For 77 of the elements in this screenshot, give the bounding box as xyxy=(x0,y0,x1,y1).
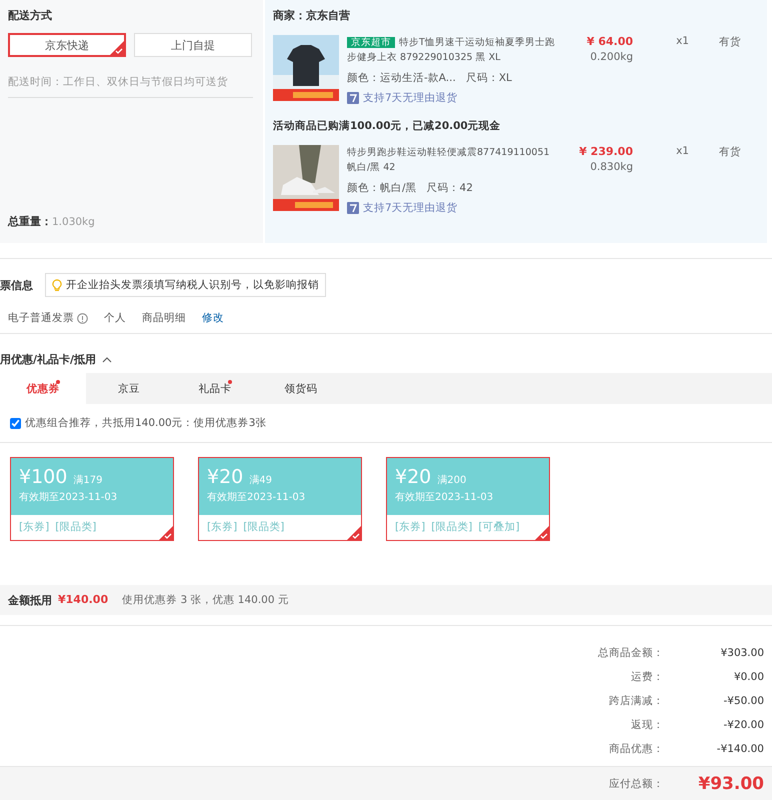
product-quantity: x1 xyxy=(675,35,689,49)
product-color: 颜色：运动生活-款A... xyxy=(347,71,456,85)
product-color: 颜色：帆白/黑 xyxy=(347,181,417,195)
total-label: 跨店满减： xyxy=(608,694,664,708)
check-corner-icon xyxy=(535,526,549,540)
total-value: -¥20.00 xyxy=(722,718,764,730)
coupon-expiry: 有效期至2023-11-03 xyxy=(207,490,306,504)
coupon-amount: ¥100 xyxy=(19,466,68,488)
coupon-tag: [限品类] xyxy=(431,520,472,534)
coupon-tag: [东券] xyxy=(19,520,50,534)
invoice-type: 电子普通发票 xyxy=(8,311,74,325)
coupon-expiry: 有效期至2023-11-03 xyxy=(395,490,494,504)
section-title: 配送方式 xyxy=(8,8,53,23)
stock-status: 有货 xyxy=(718,145,741,160)
total-label: 总商品金额： xyxy=(597,646,664,660)
lightbulb-icon xyxy=(52,278,62,292)
coupon-threshold: 满179 xyxy=(73,475,102,486)
coupon-tag: [东券] xyxy=(207,520,238,534)
merchant-name: 商家：京东自营 xyxy=(273,9,350,22)
total-label: 商品优惠： xyxy=(608,742,664,756)
coupon-amount: ¥20 xyxy=(395,466,432,488)
invoice-content: 商品明细 xyxy=(142,311,186,325)
total-label: 返现： xyxy=(630,718,664,732)
product-title[interactable]: 特步男跑步鞋运动鞋轻便减震877419110051 帆白/黑 42 xyxy=(347,145,559,175)
payable-amount: ¥93.00 xyxy=(697,774,764,794)
summary-amount: ¥140.00 xyxy=(58,592,108,608)
total-label: 运费： xyxy=(630,670,664,684)
total-value: -¥50.00 xyxy=(722,694,764,706)
seven-day-icon xyxy=(347,202,359,214)
product-weight: 0.200kg xyxy=(590,51,633,63)
weight-value: 1.030kg xyxy=(52,216,95,228)
invoice-holder: 个人 xyxy=(104,311,126,325)
coupon-tag: [限品类] xyxy=(243,520,284,534)
section-title: 用优惠/礼品卡/抵用 xyxy=(0,352,96,367)
section-title: 票信息 xyxy=(0,278,33,292)
product-weight: 0.830kg xyxy=(590,161,633,173)
coupon-tag: [可叠加] xyxy=(478,520,520,534)
summary-text: 使用优惠券 3 张，优惠 140.00 元 xyxy=(122,593,289,607)
total-value: -¥140.00 xyxy=(716,742,764,754)
check-corner-icon xyxy=(110,41,124,55)
tab[interactable]: 京豆 xyxy=(86,373,172,404)
chevron-up-icon[interactable] xyxy=(102,356,112,362)
coupon-amount: ¥20 xyxy=(207,466,244,488)
check-corner-icon xyxy=(347,526,361,540)
stock-status: 有货 xyxy=(718,35,741,50)
tab[interactable]: 优惠券 xyxy=(0,373,86,404)
product-title[interactable]: 京东超市 特步T恤男速干运动短袖夏季男士跑步健身上衣 879229010325 黑 XL xyxy=(347,35,559,65)
return-policy: 支持7天无理由退货 xyxy=(363,201,458,215)
return-policy: 支持7天无理由退货 xyxy=(363,91,458,105)
seven-day-icon xyxy=(347,92,359,104)
info-icon[interactable] xyxy=(77,312,88,324)
edit-link[interactable]: 修改 xyxy=(202,311,224,325)
total-value: ¥303.00 xyxy=(720,646,764,658)
coupon-threshold: 满49 xyxy=(249,475,272,486)
recommend-text: 优惠组合推荐，共抵用140.00元：使用优惠券3张 xyxy=(25,416,266,430)
product-size: 尺码：42 xyxy=(426,181,473,195)
coupon-expiry: 有效期至2023-11-03 xyxy=(19,490,118,504)
total-value: ¥0.00 xyxy=(732,670,764,682)
check-corner-icon xyxy=(159,526,173,540)
recommend-checkbox[interactable] xyxy=(10,418,21,428)
product-price: ¥ 239.00 xyxy=(579,145,633,158)
coupon-threshold: 满200 xyxy=(437,475,466,486)
delivery-time: 配送时间：工作日、双休日与节假日均可送货 xyxy=(8,76,228,88)
payable-label: 应付总额： xyxy=(608,776,664,790)
delivery-option[interactable]: 京东快递 xyxy=(8,33,126,57)
delivery-option[interactable]: 上门自提 xyxy=(134,33,252,57)
summary-label: 金额抵用 xyxy=(8,592,52,608)
invoice-tip: 开企业抬头发票须填写纳税人识别号，以免影响报销 xyxy=(45,273,326,297)
coupon-tag: [限品类] xyxy=(55,520,96,534)
promo-text: 活动商品已购满100.00元，已减20.00元现金 xyxy=(273,119,502,133)
product-price: ¥ 64.00 xyxy=(586,35,633,48)
tab[interactable]: 领货码 xyxy=(258,373,344,404)
product-quantity: x1 xyxy=(675,145,689,159)
weight-label: 总重量： xyxy=(8,215,52,228)
product-size: 尺码：XL xyxy=(466,71,512,85)
tab[interactable]: 礼品卡 xyxy=(172,373,258,404)
coupon-tag: [东券] xyxy=(395,520,426,534)
